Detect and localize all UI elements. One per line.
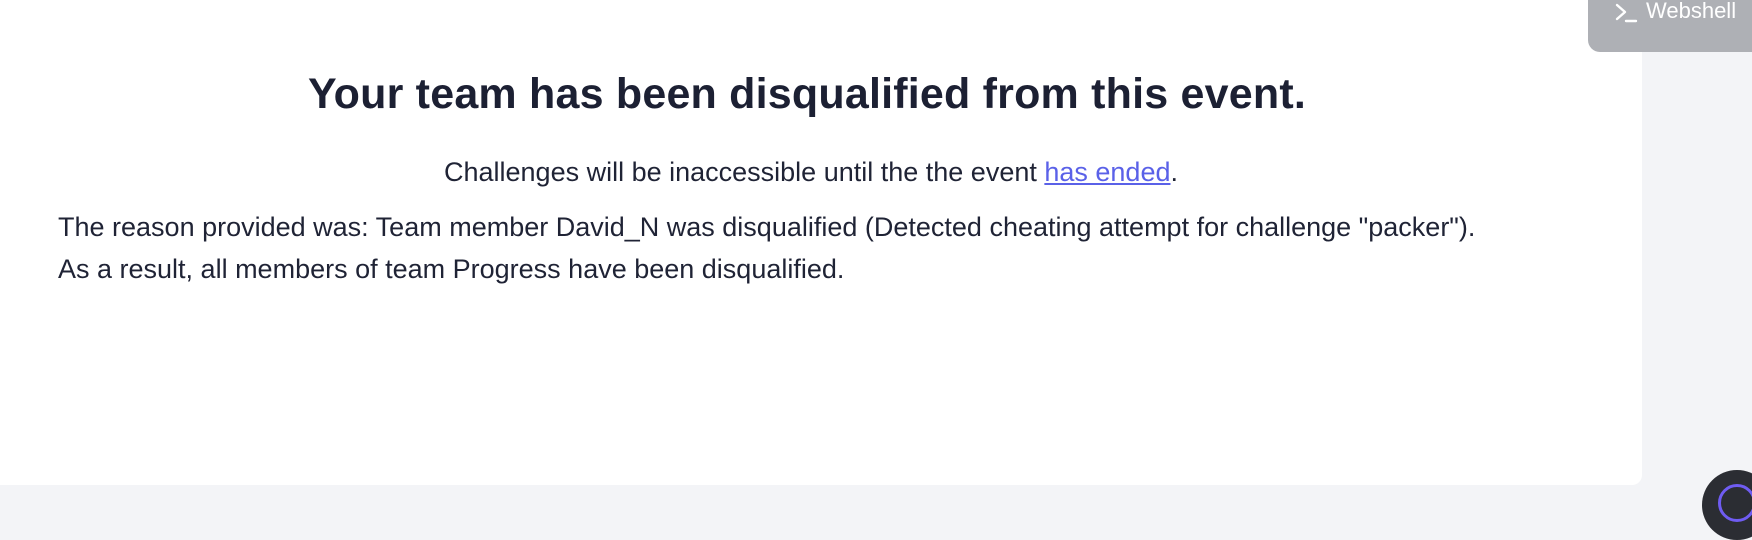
disqualification-reason: The reason provided was: Team member Dav…: [58, 206, 1618, 290]
subtitle-prefix: Challenges will be inaccessible until th…: [444, 157, 1045, 187]
has-ended-link[interactable]: has ended: [1044, 157, 1170, 187]
subtitle-text: Challenges will be inaccessible until th…: [0, 157, 1622, 188]
chat-icon: [1718, 484, 1752, 522]
subtitle-suffix: .: [1170, 157, 1178, 187]
webshell-label: Webshell: [1646, 0, 1737, 23]
webshell-button[interactable]: Webshell: [1588, 0, 1752, 52]
reason-line-1: The reason provided was: Team member Dav…: [58, 212, 1476, 242]
terminal-icon: [1614, 2, 1638, 24]
page-title: Your team has been disqualified from thi…: [307, 70, 1306, 118]
chat-launcher-button[interactable]: [1702, 470, 1752, 540]
main-card: Your team has been disqualified from thi…: [0, 0, 1642, 485]
reason-line-2: As a result, all members of team Progres…: [58, 254, 845, 284]
